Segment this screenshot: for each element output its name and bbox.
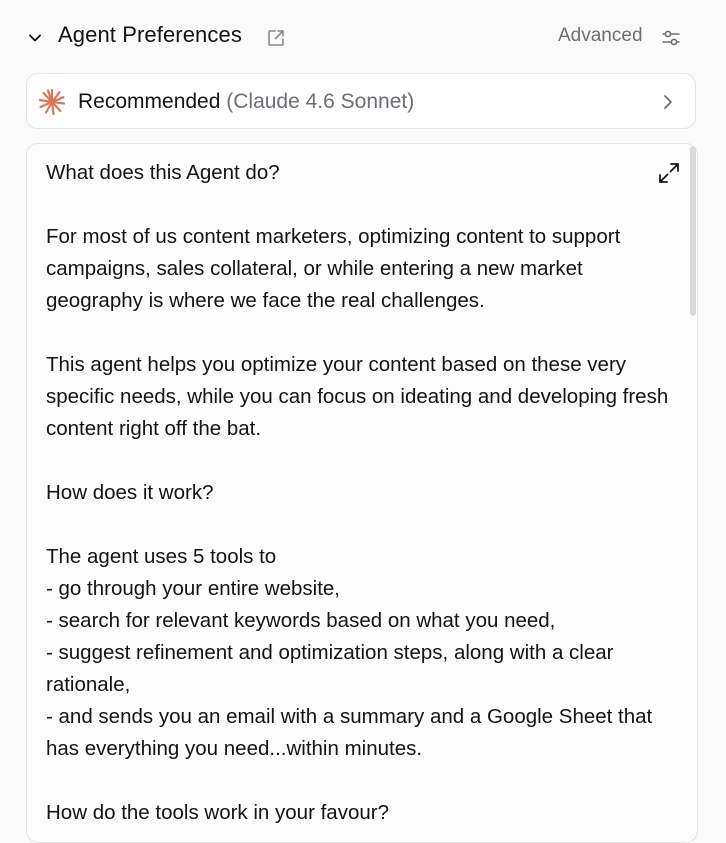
model-selector[interactable]: Recommended (Claude 4.6 Sonnet) — [26, 73, 696, 129]
claude-logo-icon — [38, 88, 66, 116]
chevron-right-icon — [664, 95, 672, 109]
external-link-icon[interactable] — [266, 28, 286, 48]
agent-description-text[interactable]: What does this Agent do? For most of us … — [46, 157, 676, 829]
model-version: (Claude 4.6 Sonnet) — [226, 90, 415, 113]
model-name: Recommended — [78, 90, 221, 113]
scrollbar-thumb[interactable] — [690, 146, 696, 316]
section-title: Agent Preferences — [58, 22, 242, 47]
model-label: Recommended (Claude 4.6 Sonnet) — [78, 90, 414, 114]
sliders-icon[interactable] — [660, 27, 682, 49]
agent-description-textarea[interactable]: What does this Agent do? For most of us … — [26, 143, 698, 843]
chevron-down-icon[interactable] — [27, 30, 43, 46]
expand-icon[interactable] — [657, 161, 681, 185]
advanced-button[interactable]: Advanced — [558, 25, 643, 47]
agent-preferences-header: Agent Preferences Advanced — [0, 0, 726, 76]
